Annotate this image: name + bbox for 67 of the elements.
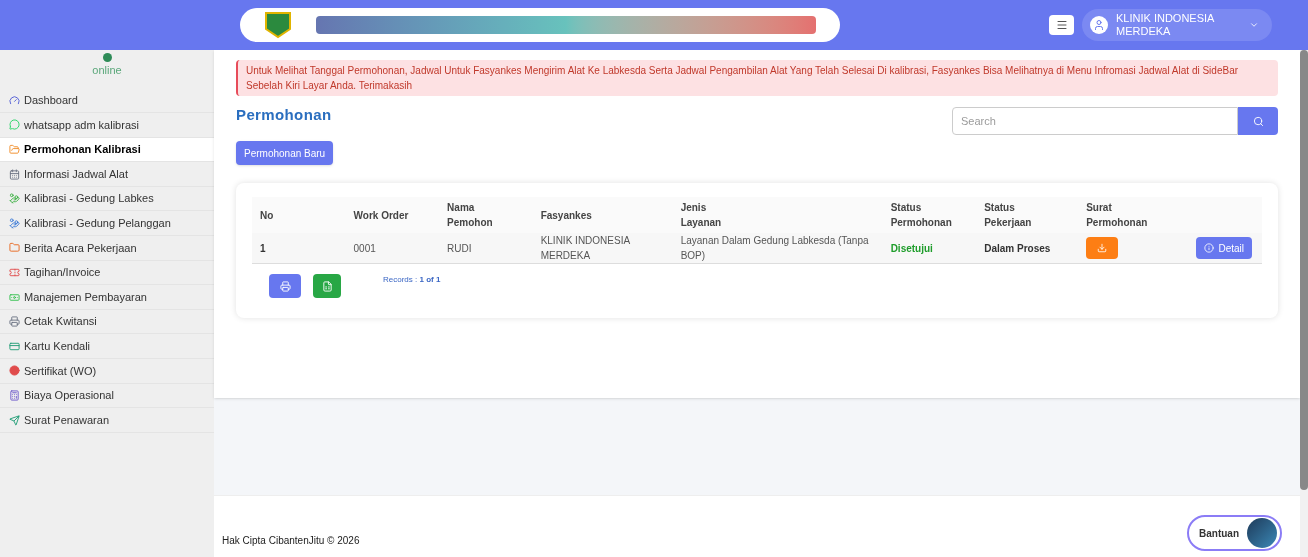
column-header: Status Pekerjaan (984, 201, 1033, 230)
folder-icon (9, 242, 20, 254)
sidebar-item[interactable]: Cetak Kwitansi (0, 309, 214, 335)
banknote-icon (9, 291, 20, 303)
help-avatar (1247, 518, 1277, 548)
gauge-icon (9, 94, 20, 106)
hand-icon (9, 217, 20, 229)
column-header: Jenis Layanan (680, 201, 723, 230)
spreadsheet-icon (321, 280, 333, 292)
table-cell: Dalam Proses (976, 233, 1079, 264)
table-cell: 0001 (345, 233, 440, 264)
dot-icon (9, 365, 20, 377)
info-icon (1204, 243, 1215, 253)
new-request-button[interactable]: Permohonan Baru (236, 141, 334, 165)
folder-icon (9, 144, 20, 155)
copyright-text: Hak Cipta CibantenJitu © 2026 (222, 534, 360, 548)
sidebar-item[interactable]: Sertifikat (WO) (0, 359, 214, 384)
hand-icon (9, 193, 20, 205)
sidebar-item[interactable]: Kalibrasi - Gedung Labkes (0, 186, 214, 212)
column-header: No (260, 208, 275, 223)
table-cell: KLINIK INDONESIA MERDEKA (532, 233, 673, 264)
column-header: Status Permohonan (890, 201, 951, 230)
excel-button[interactable] (313, 274, 341, 298)
sidebar-item[interactable]: Permohonan Kalibrasi (0, 137, 214, 163)
calendar-icon (9, 168, 20, 180)
search-field[interactable]: Search (952, 107, 1238, 135)
sidebar-item[interactable]: Tagihan/Invoice (0, 260, 214, 286)
download-icon (1097, 243, 1108, 253)
search-button[interactable] (1238, 107, 1278, 135)
menu-button[interactable] (1049, 15, 1074, 35)
table-cell: Layanan Dalam Gedung Labkesda (Tanpa BOP) (672, 233, 883, 264)
printer-icon (279, 280, 291, 292)
send-icon (9, 414, 20, 426)
status-text: online (92, 63, 122, 78)
table-cell: RUDI (439, 233, 533, 264)
status-label: Disetujui (882, 233, 977, 264)
alert-message: Untuk Melihat Tanggal Permohonan, Jadwal Untuk Fasyankes Mengirim Alat Ke Labkesda Serta Jadwal Pengambilan Alat Yang Telah Selesai Di kalibrasi, Fasyankes Bisa Melihatnya di Menu Infromasi Jadwal Alat di SideBar Sebelah Kiri Layar Anda. Terimakasih (236, 60, 1278, 96)
sidebar-item[interactable]: Surat Penawaran (0, 408, 214, 433)
sidebar-item[interactable]: whatsapp adm kalibrasi (0, 113, 214, 138)
detail-button[interactable]: Detail (1196, 237, 1252, 259)
search-icon (1252, 115, 1264, 127)
sidebar-item[interactable]: Manajemen Pembayaran (0, 285, 214, 310)
sidebar-item[interactable]: Kartu Kendali (0, 334, 214, 360)
download-button[interactable] (1086, 237, 1119, 259)
help-button[interactable]: Bantuan (1187, 515, 1282, 551)
column-header: Surat Permohonan (1086, 201, 1147, 230)
calculator-icon (9, 389, 20, 401)
table-cell: 1 (252, 233, 346, 264)
ticket-icon (9, 266, 20, 278)
caret-icon (1249, 20, 1259, 30)
sidebar-item[interactable]: Dashboard (0, 88, 214, 114)
sidebar-item[interactable]: Berita Acara Pekerjaan (0, 236, 214, 261)
sidebar-item[interactable]: Biaya Operasional (0, 383, 214, 409)
printer-icon (9, 316, 20, 328)
column-header: Fasyankes (540, 208, 593, 223)
card-icon (9, 340, 20, 352)
avatar-icon (1090, 16, 1108, 34)
column-header: Work Order (353, 208, 410, 223)
print-button[interactable] (269, 274, 301, 298)
sidebar-item[interactable]: Informasi Jadwal Alat (0, 162, 214, 187)
chat-icon (9, 119, 20, 131)
menu-icon (1055, 19, 1068, 31)
sidebar-item[interactable]: Kalibrasi - Gedung Pelanggan (0, 211, 214, 237)
records-count: Records : 1 of 1 (383, 274, 441, 286)
emblem-logo (263, 11, 292, 39)
column-header: Nama Pemohon (447, 201, 494, 230)
page-title: Permohonan (236, 105, 332, 125)
